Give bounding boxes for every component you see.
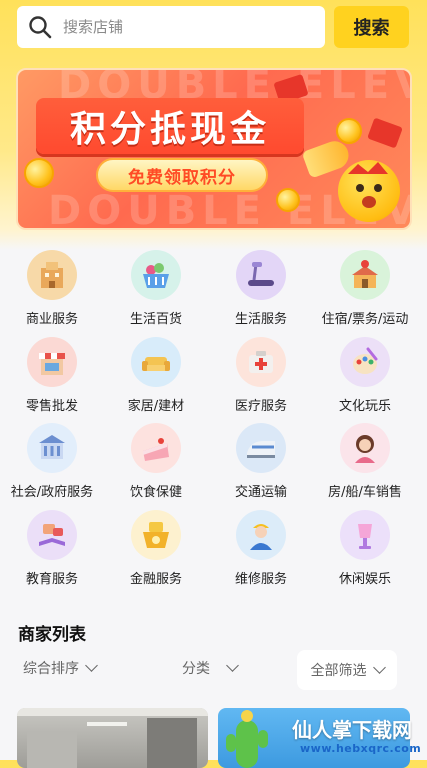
repairman-icon [236, 510, 286, 560]
category-label: 文化玩乐 [338, 399, 391, 414]
category-dropdown[interactable]: 分类 [182, 658, 239, 678]
book-icon [27, 510, 77, 560]
category-business-services[interactable]: 商业服务 [0, 250, 104, 327]
sofa-icon [131, 337, 181, 387]
storefront-icon [27, 337, 77, 387]
watermark-url: www.hebxqrc.com [300, 742, 422, 755]
chevron-down-icon [372, 661, 386, 674]
watermark-text: 仙人掌下载网 [292, 718, 412, 742]
palette-icon [340, 337, 390, 387]
category-label: 社会/政府服务 [10, 485, 94, 500]
category-label: 医疗服务 [234, 399, 287, 414]
banner-title: 积分抵现金 [69, 109, 270, 150]
category-education[interactable]: 教育服务 [0, 510, 104, 587]
promo-banner[interactable]: DOUBLE ELEVEN DOUBLE ELEVEN 积分抵现金 免费领取积分 [16, 68, 412, 230]
category-label: 休闲娱乐 [338, 572, 391, 587]
category-label: 生活服务 [234, 312, 287, 327]
search-icon [27, 14, 53, 40]
category-label: 商业服务 [25, 312, 78, 327]
cake-icon [131, 423, 181, 473]
all-filters-button[interactable]: 全部筛选 [297, 650, 397, 690]
category-filter-label: 分类 [182, 661, 210, 677]
merchant-photo [17, 708, 208, 768]
category-social-government[interactable]: 社会/政府服务 [0, 423, 104, 500]
train-icon [236, 423, 286, 473]
category-medical-services[interactable]: 医疗服务 [209, 337, 313, 414]
category-retail-wholesale[interactable]: 零售批发 [0, 337, 104, 414]
category-label: 房/船/车销售 [328, 485, 402, 500]
all-filters-label: 全部筛选 [310, 663, 367, 679]
coin-icon [24, 158, 54, 188]
category-transportation[interactable]: 交通运输 [209, 423, 313, 500]
category-house-boat-car-sales[interactable]: 房/船/车销售 [313, 423, 417, 500]
coin-icon [336, 118, 362, 144]
category-repair[interactable]: 维修服务 [209, 510, 313, 587]
category-life-services[interactable]: 生活服务 [209, 250, 313, 327]
merchant-list-title: 商家列表 [18, 625, 86, 645]
chevron-down-icon [226, 659, 239, 672]
shopping-basket-icon [131, 250, 181, 300]
banner-cta-button[interactable]: 免费领取积分 [96, 158, 268, 192]
treadmill-icon [236, 250, 286, 300]
category-leisure[interactable]: 休闲娱乐 [313, 510, 417, 587]
money-basket-icon [131, 510, 181, 560]
government-building-icon [27, 423, 77, 473]
banner-title-card: 积分抵现金 [36, 98, 304, 154]
category-daily-goods[interactable]: 生活百货 [104, 250, 208, 327]
sort-label: 综合排序 [23, 661, 79, 677]
sort-dropdown[interactable]: 综合排序 [23, 658, 98, 678]
cocktail-icon [340, 510, 390, 560]
category-lodging-tickets-sports[interactable]: 住宿/票务/运动 [313, 250, 417, 327]
house-pin-icon [340, 250, 390, 300]
coin-icon [276, 188, 300, 212]
category-label: 交通运输 [234, 485, 287, 500]
search-bar[interactable] [17, 6, 325, 48]
category-label: 维修服务 [234, 572, 287, 587]
search-button[interactable]: 搜索 [334, 6, 409, 48]
category-label: 生活百货 [129, 312, 182, 327]
banner-cta-label: 免费领取积分 [128, 167, 236, 188]
category-home-building[interactable]: 家居/建材 [104, 337, 208, 414]
watermark: 仙人掌下载网 www.hebxqrc.com [260, 714, 422, 760]
search-input[interactable] [61, 17, 325, 37]
category-finance[interactable]: 金融服务 [104, 510, 208, 587]
chevron-down-icon [85, 659, 98, 672]
category-label: 教育服务 [25, 572, 78, 587]
red-envelope-icon [367, 117, 403, 149]
category-label: 零售批发 [25, 399, 78, 414]
category-label: 饮食保健 [129, 485, 182, 500]
mascot-icon [338, 160, 400, 222]
category-label: 住宿/票务/运动 [321, 312, 409, 327]
category-label: 家居/建材 [127, 399, 185, 414]
office-building-icon [27, 250, 77, 300]
category-culture-entertainment[interactable]: 文化玩乐 [313, 337, 417, 414]
category-food-health[interactable]: 饮食保健 [104, 423, 208, 500]
merchant-card[interactable] [17, 708, 208, 768]
category-label: 金融服务 [129, 572, 182, 587]
medical-kit-icon [236, 337, 286, 387]
saleswoman-icon [340, 423, 390, 473]
